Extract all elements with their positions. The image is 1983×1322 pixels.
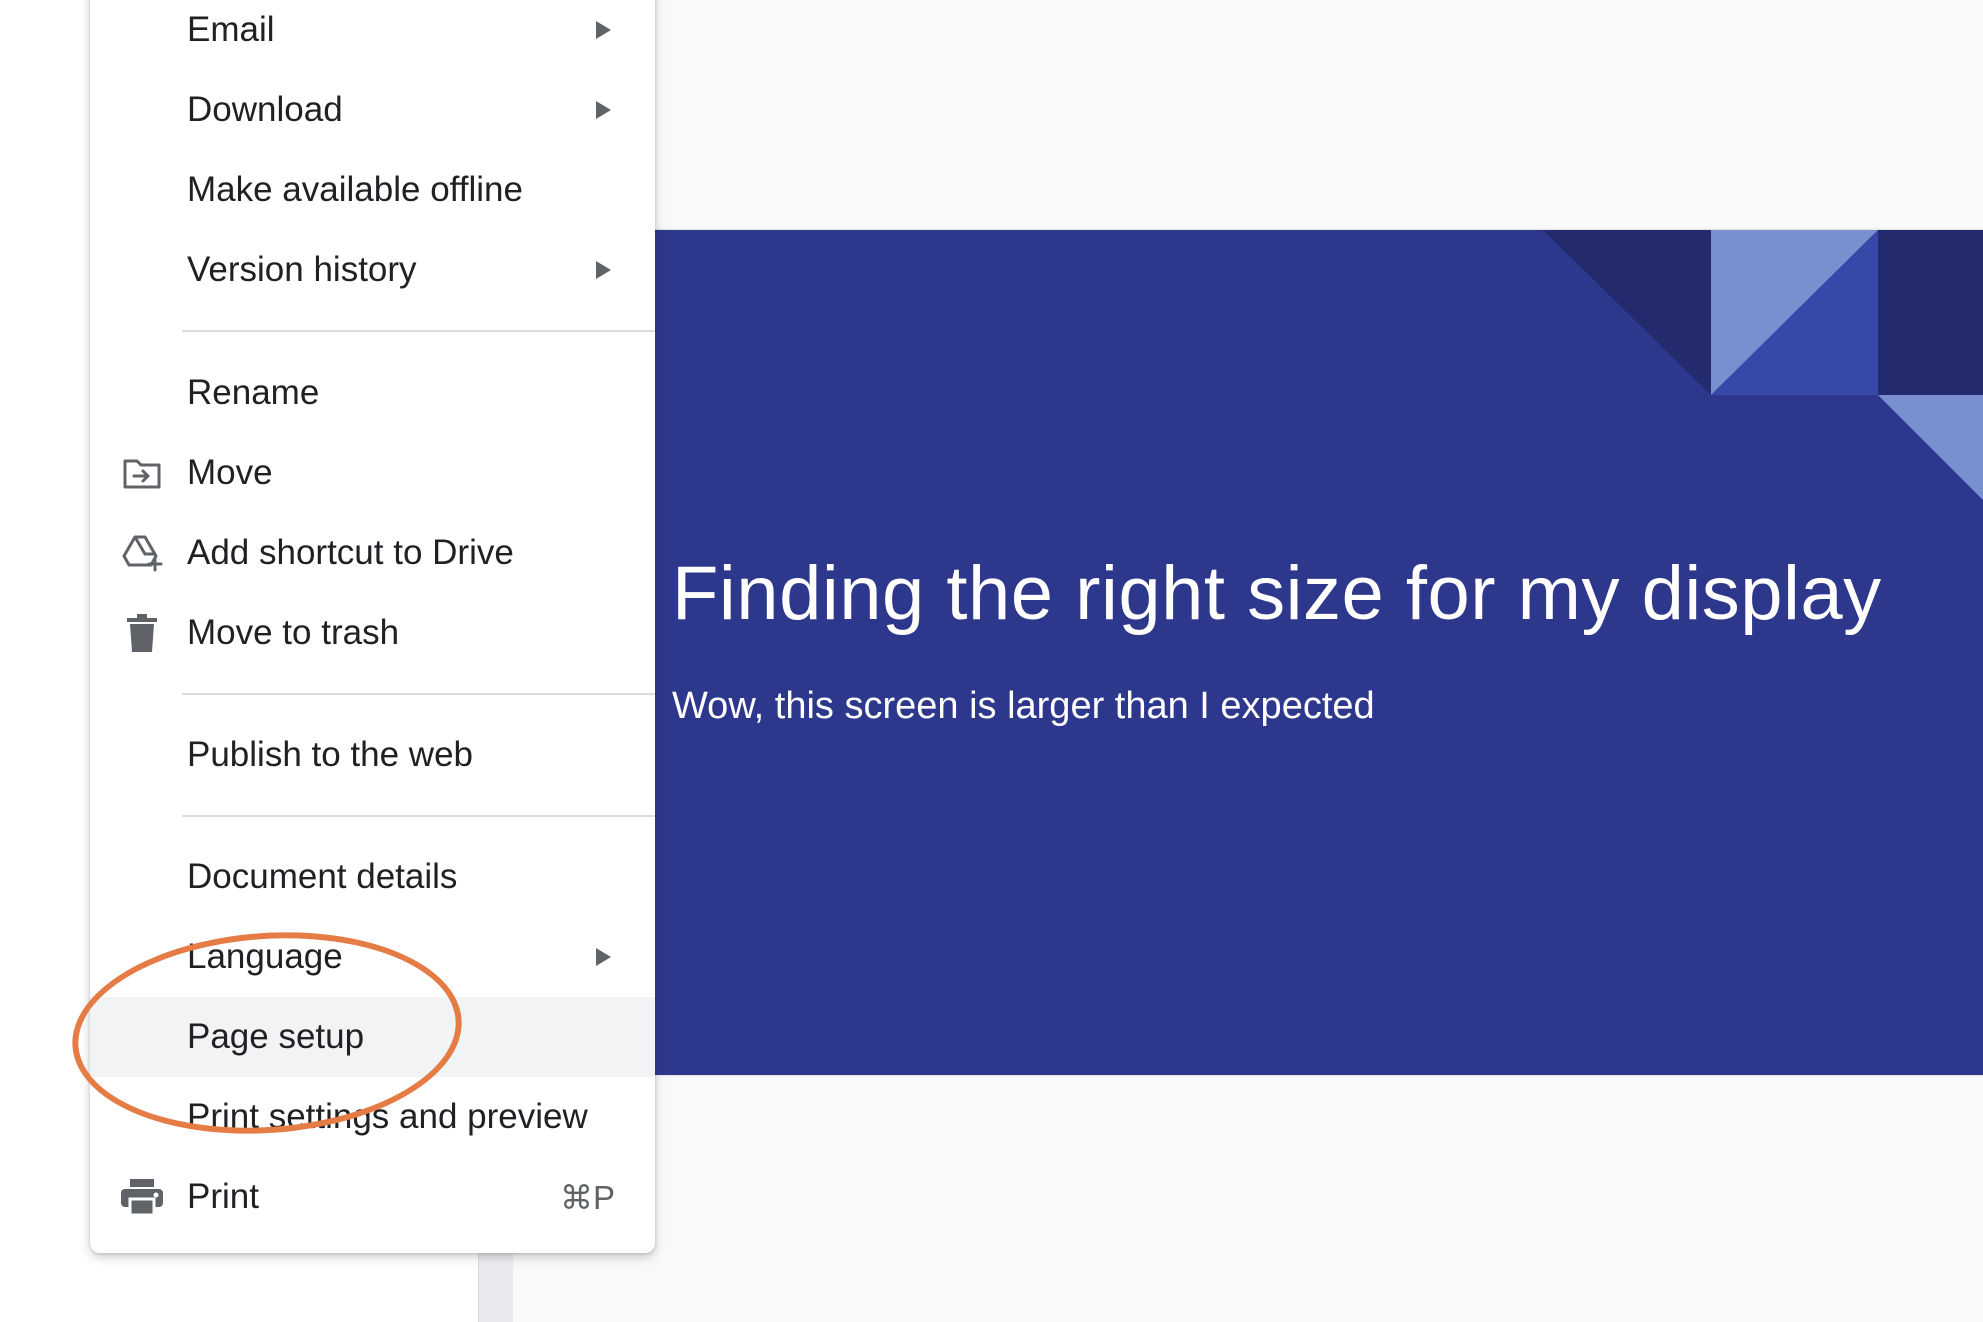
menu-item-label: Add shortcut to Drive [187, 533, 514, 572]
menu-item-add-shortcut[interactable]: Add shortcut to Drive [90, 513, 655, 593]
menu-item-label: Page setup [187, 1017, 365, 1056]
menu-item-label: Download [187, 90, 343, 129]
deco-dark-triangle [1543, 230, 1711, 395]
deco-dark-block [1878, 230, 1983, 395]
menu-item-label: Move [187, 453, 273, 492]
menu-item-trash[interactable]: Move to trash [90, 593, 655, 673]
printer-icon [120, 1175, 164, 1219]
menu-divider [182, 693, 655, 695]
menu-item-rename[interactable]: Rename [90, 353, 655, 433]
menu-item-email[interactable]: Email [90, 0, 655, 70]
menu-item-version-history[interactable]: Version history [90, 230, 655, 310]
menu-item-print-preview[interactable]: Print settings and preview [90, 1077, 655, 1157]
menu-item-document-details[interactable]: Document details [90, 837, 655, 917]
deco-light-corner [1878, 395, 1983, 500]
submenu-arrow-icon [596, 21, 611, 39]
folder-move-icon [120, 451, 164, 495]
slide-title[interactable]: Finding the right size for my display [672, 550, 1882, 637]
file-menu: Email Download Make available offline Ve… [90, 0, 655, 1253]
menu-item-language[interactable]: Language [90, 917, 655, 997]
submenu-arrow-icon [596, 101, 611, 119]
trash-icon [120, 611, 164, 655]
print-shortcut: ⌘P [559, 1178, 615, 1216]
menu-item-offline[interactable]: Make available offline [90, 150, 655, 230]
menu-item-label: Version history [187, 250, 417, 289]
slide-canvas[interactable]: Finding the right size for my display Wo… [648, 230, 1983, 1075]
menu-item-publish[interactable]: Publish to the web [90, 715, 655, 795]
menu-divider [182, 330, 655, 332]
menu-item-print[interactable]: Print ⌘P [90, 1157, 655, 1237]
menu-item-label: Print [187, 1177, 259, 1216]
submenu-arrow-icon [596, 261, 611, 279]
menu-item-page-setup[interactable]: Page setup [90, 997, 655, 1077]
menu-divider [182, 815, 655, 817]
slide-subtitle[interactable]: Wow, this screen is larger than I expect… [672, 685, 1375, 728]
submenu-arrow-icon [596, 948, 611, 966]
menu-item-label: Email [187, 10, 275, 49]
menu-item-label: Print settings and preview [187, 1097, 588, 1136]
menu-item-download[interactable]: Download [90, 70, 655, 150]
drive-add-shortcut-icon [120, 531, 164, 575]
menu-item-label: Language [187, 937, 343, 976]
menu-item-label: Make available offline [187, 170, 523, 209]
menu-item-label: Move to trash [187, 613, 400, 652]
menu-item-label: Publish to the web [187, 735, 474, 774]
slide-decoration [1543, 230, 1983, 500]
menu-item-label: Rename [187, 373, 320, 412]
menu-item-label: Document details [187, 857, 458, 896]
menu-item-move[interactable]: Move [90, 433, 655, 513]
